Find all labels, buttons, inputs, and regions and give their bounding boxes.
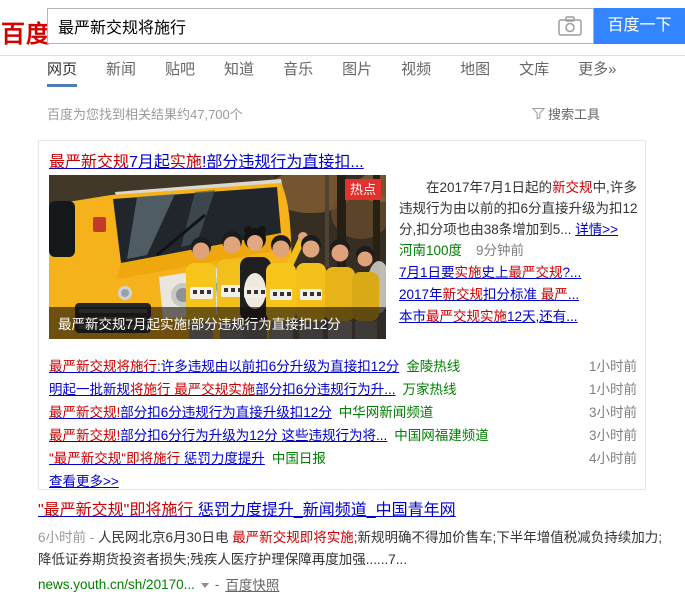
related-link[interactable]: 7月1日要实施史上最严交规?... bbox=[399, 265, 581, 280]
view-more-link[interactable]: 查看更多>> bbox=[49, 470, 119, 490]
caret-down-icon[interactable] bbox=[201, 583, 209, 588]
news-source: 中国网福建频道 bbox=[394, 424, 489, 447]
search-tools-button[interactable]: 搜索工具 bbox=[532, 104, 600, 123]
news-time: 3小时前 bbox=[589, 424, 637, 447]
tab-news[interactable]: 新闻 bbox=[106, 56, 136, 87]
tab-zhidao[interactable]: 知道 bbox=[224, 56, 254, 87]
news-link[interactable]: 最严新交规将施行:许多违规由以前扣6分升级为直接扣12分 bbox=[49, 355, 399, 378]
news-time: 4小时前 bbox=[589, 447, 637, 470]
news-source: 中华网新闻频道 bbox=[339, 401, 434, 424]
featured-meta: 河南100度 9分钟前 bbox=[399, 240, 639, 262]
filter-icon bbox=[532, 107, 545, 120]
results-count: 百度为您找到相关结果约47,700个 bbox=[47, 104, 243, 123]
tab-web[interactable]: 网页 bbox=[47, 56, 77, 87]
tab-video[interactable]: 视频 bbox=[401, 56, 431, 87]
featured-image[interactable]: 热点 最严新交规7月起实施!部分违规行为直接扣12分 bbox=[49, 175, 386, 339]
news-time: 1小时前 bbox=[589, 355, 637, 378]
news-time: 3小时前 bbox=[589, 401, 637, 424]
news-row: 最严新交规!部分扣6分违规行为直接升级扣12分 中华网新闻频道 3小时前 bbox=[49, 401, 637, 424]
image-caption: 最严新交规7月起实施!部分违规行为直接扣12分 bbox=[49, 307, 386, 339]
search-button[interactable]: 百度一下 bbox=[594, 8, 685, 44]
hot-badge: 热点 bbox=[345, 179, 381, 200]
related-link[interactable]: 2017年新交规扣分标准 最严... bbox=[399, 287, 579, 302]
news-link[interactable]: 最严新交规!部分扣6分违规行为直接升级扣12分 bbox=[49, 401, 332, 424]
tab-maps[interactable]: 地图 bbox=[460, 56, 490, 87]
featured-time: 9分钟前 bbox=[476, 243, 524, 258]
detail-link[interactable]: 详情>> bbox=[575, 222, 618, 237]
vertical-nav-tabs: 网页 新闻 贴吧 知道 音乐 图片 视频 地图 文库 更多» bbox=[47, 56, 616, 87]
results-info-bar: 百度为您找到相关结果约47,700个 搜索工具 bbox=[47, 104, 600, 123]
result-title[interactable]: "最严新交规"即将施行 惩罚力度提升_新闻频道_中国青年网 bbox=[38, 500, 456, 522]
separator: - bbox=[215, 577, 220, 592]
featured-result-card: 最严新交规7月起实施!部分违规行为直接扣... bbox=[38, 140, 646, 490]
news-source: 中国日报 bbox=[272, 447, 326, 470]
tab-more[interactable]: 更多» bbox=[578, 56, 616, 87]
tab-music[interactable]: 音乐 bbox=[283, 56, 313, 87]
featured-summary-column: 在2017年7月1日起的新交规中,许多违规行为由以前的扣6分直接升级为扣12分,… bbox=[399, 177, 639, 328]
baidu-logo[interactable]: 百度 bbox=[1, 14, 51, 49]
search-tools-label: 搜索工具 bbox=[548, 104, 600, 123]
organic-result: "最严新交规"即将施行 惩罚力度提升_新闻频道_中国青年网 6小时前 - 人民网… bbox=[38, 500, 665, 594]
baidu-cache-link[interactable]: 百度快照 bbox=[225, 574, 279, 594]
news-row: "最严新交规"即将施行 惩罚力度提升 中国日报 4小时前 bbox=[49, 447, 637, 470]
news-row: 明起一批新规将施行 最严交规实施部分扣6分违规行为升... 万家热线 1小时前 bbox=[49, 378, 637, 401]
search-box bbox=[47, 8, 594, 44]
news-time: 1小时前 bbox=[589, 378, 637, 401]
related-link[interactable]: 本市最严交规实施12天,还有... bbox=[399, 309, 578, 324]
tab-wenku[interactable]: 文库 bbox=[519, 56, 549, 87]
news-source: 金陵热线 bbox=[406, 355, 460, 378]
tab-tieba[interactable]: 贴吧 bbox=[165, 56, 195, 87]
search-input[interactable] bbox=[48, 9, 558, 43]
news-link[interactable]: 最严新交规!部分扣6分行为升级为12分 这些违规行为将... bbox=[49, 424, 387, 447]
result-url-row: news.youth.cn/sh/20170... - 百度快照 bbox=[38, 574, 665, 594]
featured-summary: 在2017年7月1日起的新交规中,许多违规行为由以前的扣6分直接升级为扣12分,… bbox=[399, 177, 639, 240]
news-source: 万家热线 bbox=[403, 378, 457, 401]
tab-images[interactable]: 图片 bbox=[342, 56, 372, 87]
news-link[interactable]: "最严新交规"即将施行 惩罚力度提升 bbox=[49, 447, 265, 470]
news-row: 最严新交规将施行:许多违规由以前扣6分升级为直接扣12分 金陵热线 1小时前 bbox=[49, 355, 637, 378]
result-url: news.youth.cn/sh/20170... bbox=[38, 577, 195, 592]
featured-result-title[interactable]: 最严新交规7月起实施!部分违规行为直接扣... bbox=[49, 148, 364, 172]
news-list: 最严新交规将施行:许多违规由以前扣6分升级为直接扣12分 金陵热线 1小时前 明… bbox=[49, 355, 637, 470]
camera-icon[interactable] bbox=[558, 16, 582, 36]
result-snippet: 6小时前 - 人民网北京6月30日电 最严新交规即将实施;新规明确不得加价售车;… bbox=[38, 527, 665, 571]
news-row: 最严新交规!部分扣6分行为升级为12分 这些违规行为将... 中国网福建频道 3… bbox=[49, 424, 637, 447]
featured-source: 河南100度 bbox=[399, 243, 462, 258]
news-link[interactable]: 明起一批新规将施行 最严交规实施部分扣6分违规行为升... bbox=[49, 378, 396, 401]
